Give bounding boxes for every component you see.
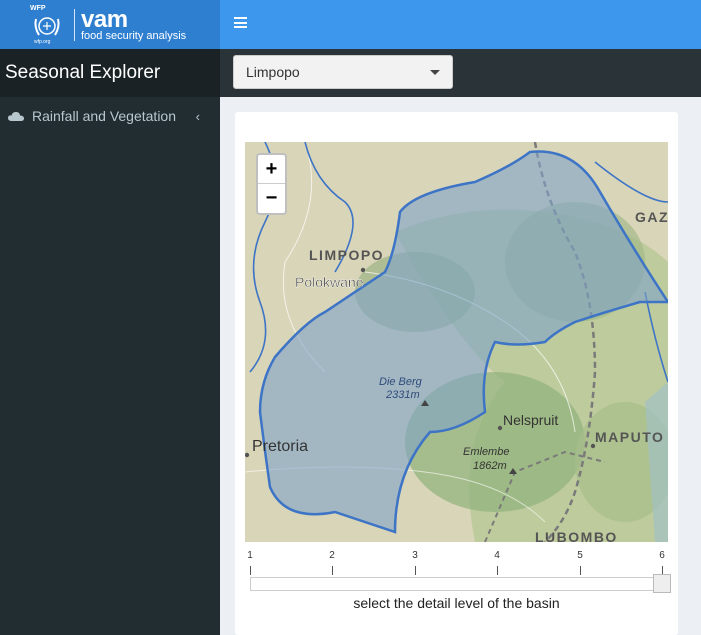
map-tiles: LIMPOPO Polokwane GAZ Die Berg 2331m Nel… — [245, 142, 668, 542]
logo-subtitle: food security analysis — [81, 29, 187, 42]
menu-toggle-icon[interactable] — [234, 17, 247, 29]
sidebar: Seasonal Explorer Rainfall and Vegetatio… — [0, 49, 220, 635]
sidebar-item-rainfall-vegetation[interactable]: Rainfall and Vegetation ‹ — [0, 97, 220, 135]
slider-tick-label: 1 — [247, 550, 253, 561]
map-panel: LIMPOPO Polokwane GAZ Die Berg 2331m Nel… — [235, 112, 678, 635]
slider-tick-mark — [332, 566, 333, 575]
slider-tick-mark — [415, 566, 416, 575]
slider-tick-label: 4 — [494, 550, 500, 561]
zoom-control: + − — [256, 153, 287, 215]
chevron-left-icon: ‹ — [195, 108, 200, 124]
region-select[interactable]: Limpopo — [233, 55, 453, 89]
wfp-label: WFP — [30, 4, 46, 12]
detail-level-slider[interactable]: 1 2 3 4 5 6 select the detail level of t… — [235, 545, 678, 625]
wfp-url: wfp.org — [34, 38, 51, 45]
sidebar-item-label: Rainfall and Vegetation — [32, 108, 176, 124]
slider-handle[interactable] — [653, 574, 671, 593]
map-label-maputo: MAPUTO — [595, 429, 664, 445]
map-label-lubombo: LUBOMBO — [535, 529, 618, 542]
top-navbar — [220, 0, 701, 49]
slider-tick-label: 5 — [577, 550, 583, 561]
map-label-polokwane: Polokwane — [295, 274, 364, 290]
map-label-limpopo: LIMPOPO — [309, 247, 384, 263]
map-label-die-berg: Die Berg — [379, 376, 423, 388]
map-label-emlembe-elev: 1862m — [473, 460, 507, 472]
slider-caption: select the detail level of the basin — [353, 595, 560, 611]
slider-tick-label: 3 — [412, 550, 418, 561]
logo[interactable]: WFP wfp.org vam food security analysis — [0, 0, 220, 49]
slider-tick-mark — [497, 566, 498, 575]
map-label-nelspruit: Nelspruit — [503, 412, 558, 428]
logo-divider — [74, 8, 75, 41]
zoom-in-button[interactable]: + — [258, 155, 285, 184]
zoom-out-button[interactable]: − — [258, 184, 285, 213]
slider-track[interactable] — [250, 577, 670, 591]
slider-tick-label: 2 — [329, 550, 335, 561]
region-select-value: Limpopo — [246, 64, 300, 80]
map[interactable]: LIMPOPO Polokwane GAZ Die Berg 2331m Nel… — [245, 142, 668, 542]
map-label-die-berg-elev: 2331m — [385, 389, 420, 401]
caret-down-icon — [430, 70, 440, 75]
cloud-icon — [8, 111, 24, 121]
map-label-gaza: GAZ — [635, 209, 668, 225]
map-label-pretoria: Pretoria — [252, 438, 308, 455]
logo-vam: vam — [81, 5, 128, 33]
logo-text: vam food security analysis — [81, 5, 187, 42]
wfp-emblem: WFP wfp.org — [28, 5, 66, 45]
slider-tick-mark — [580, 566, 581, 575]
slider-tick-label: 6 — [659, 550, 665, 561]
control-bar: Limpopo — [220, 49, 701, 97]
map-label-emlembe: Emlembe — [463, 446, 509, 458]
slider-tick-mark — [250, 566, 251, 575]
sidebar-title: Seasonal Explorer — [0, 49, 220, 97]
